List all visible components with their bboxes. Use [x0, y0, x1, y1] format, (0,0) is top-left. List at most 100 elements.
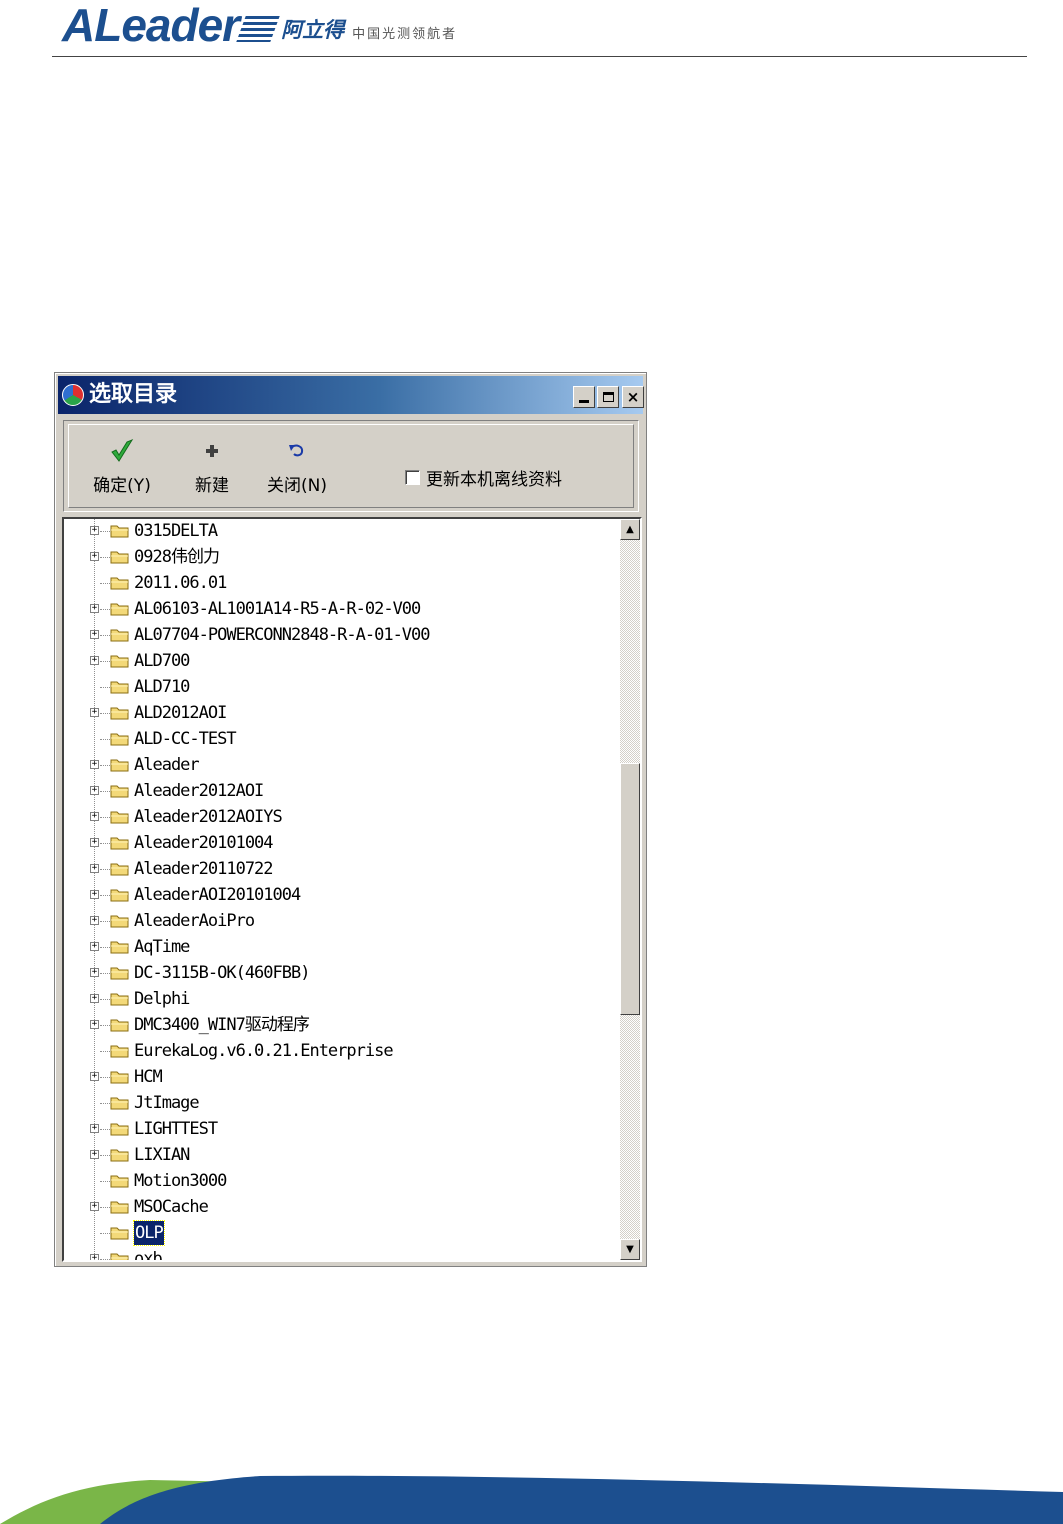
dialog-title: 选取目录: [89, 382, 178, 407]
folder-icon: [110, 889, 129, 902]
tree-item[interactable]: + HCM: [64, 1064, 620, 1090]
expand-plus-icon[interactable]: +: [90, 942, 99, 951]
tree-item[interactable]: + Delphi: [64, 986, 620, 1012]
header-divider: [52, 56, 1027, 57]
minimize-button[interactable]: [573, 386, 595, 408]
maximize-button[interactable]: [597, 386, 619, 408]
tree-connector-line: [100, 921, 110, 922]
folder-icon: [110, 1045, 129, 1058]
folder-icon: [110, 707, 129, 720]
folder-icon: [110, 1097, 129, 1110]
expand-plus-icon[interactable]: +: [90, 786, 99, 795]
close-button[interactable]: 关闭(N): [261, 425, 333, 509]
tree-item-label: AleaderAOI20101004: [134, 885, 301, 905]
tree-item-label: ALD700: [134, 651, 190, 671]
header-brand: ALeader 阿立得 中国光测领航者: [62, 2, 457, 48]
tree-item-label: Aleader2012AOI: [134, 781, 264, 801]
new-folder-button[interactable]: 新建: [187, 425, 237, 509]
tree-item[interactable]: + AleaderAoiPro: [64, 908, 620, 934]
tree-item[interactable]: +0928伟创力: [64, 544, 620, 570]
vertical-scrollbar[interactable]: ▲ ▼: [620, 519, 640, 1260]
scroll-up-button[interactable]: ▲: [620, 519, 640, 540]
expand-plus-icon[interactable]: +: [90, 968, 99, 977]
tree-item[interactable]: ALD710: [64, 674, 620, 700]
tree-connector-line: [100, 609, 110, 610]
expand-plus-icon[interactable]: +: [90, 1072, 99, 1081]
close-window-button[interactable]: ×: [622, 386, 644, 408]
tree-item[interactable]: + Aleader: [64, 752, 620, 778]
expand-plus-icon[interactable]: +: [90, 864, 99, 873]
tree-item[interactable]: 2011.06.01: [64, 570, 620, 596]
expand-plus-icon[interactable]: +: [90, 760, 99, 769]
update-offline-data-label: 更新本机离线资料: [426, 470, 562, 490]
expand-plus-icon[interactable]: +: [90, 604, 99, 613]
tree-item[interactable]: + AleaderAOI20101004: [64, 882, 620, 908]
undo-arrow-icon: [261, 439, 333, 463]
tree-item[interactable]: Motion3000: [64, 1168, 620, 1194]
tree-item[interactable]: + Aleader2012AOIYS: [64, 804, 620, 830]
tree-item-label: AL06103-AL1001A14-R5-A-R-02-V00: [134, 599, 421, 619]
tree-connector-line: [100, 1025, 110, 1026]
tree-item-label: HCM: [134, 1067, 163, 1087]
tree-connector-line: [100, 973, 110, 974]
update-offline-data-checkbox[interactable]: [405, 470, 420, 485]
tree-item-label: 0928伟创力: [134, 547, 220, 567]
tree-item[interactable]: +0315DELTA: [64, 519, 620, 544]
expand-plus-icon[interactable]: +: [90, 1124, 99, 1133]
expand-plus-icon[interactable]: +: [90, 708, 99, 717]
tree-item[interactable]: + ALD700: [64, 648, 620, 674]
tree-connector-line: [100, 1181, 110, 1182]
tree-item[interactable]: + LIGHTTEST: [64, 1116, 620, 1142]
expand-plus-icon[interactable]: +: [90, 916, 99, 925]
title-bar[interactable]: 选取目录 ×: [58, 376, 644, 414]
expand-plus-icon[interactable]: +: [90, 1150, 99, 1159]
scrollbar-thumb[interactable]: [620, 763, 640, 1015]
expand-plus-icon[interactable]: +: [90, 630, 99, 639]
folder-icon: [110, 837, 129, 850]
tree-item[interactable]: + AqTime: [64, 934, 620, 960]
expand-plus-icon[interactable]: +: [90, 812, 99, 821]
arrow-down-icon: ▼: [626, 1244, 634, 1255]
tree-item[interactable]: + AL07704-POWERCONN2848-R-A-01-V00: [64, 622, 620, 648]
folder-icon: [110, 629, 129, 642]
tree-item[interactable]: + Aleader2012AOI: [64, 778, 620, 804]
tree-item[interactable]: + DC-3115B-OK(460FBB): [64, 960, 620, 986]
select-directory-dialog: 选取目录 × 确定(Y) 新建 关闭(N) 更新本机离线资料 + 0315DEL…: [54, 372, 647, 1267]
expand-plus-icon[interactable]: +: [90, 838, 99, 847]
footer-wave-decoration: [0, 1475, 1063, 1524]
expand-plus-icon[interactable]: +: [90, 1254, 99, 1260]
scroll-down-button[interactable]: ▼: [620, 1239, 640, 1260]
expand-plus-icon[interactable]: +: [90, 1202, 99, 1211]
confirm-button[interactable]: 确定(Y): [87, 425, 157, 509]
tree-connector-line: [100, 1129, 110, 1130]
update-offline-data-option[interactable]: 更新本机离线资料: [405, 465, 562, 490]
tree-item-label: Delphi: [134, 989, 190, 1009]
tree-item-label: AleaderAoiPro: [134, 911, 255, 931]
expand-plus-icon[interactable]: +: [90, 656, 99, 665]
tree-item[interactable]: OLP: [64, 1220, 620, 1246]
tree-item[interactable]: ALD-CC-TEST: [64, 726, 620, 752]
tree-connector-line: [100, 895, 110, 896]
tree-item[interactable]: + DMC3400_WIN7驱动程序: [64, 1012, 620, 1038]
folder-icon: [110, 525, 129, 538]
tree-item[interactable]: + LIXIAN: [64, 1142, 620, 1168]
expand-plus-icon[interactable]: +: [90, 526, 99, 535]
folder-icon: [110, 759, 129, 772]
tree-connector-line: [100, 817, 110, 818]
tree-item[interactable]: + MSOCache: [64, 1194, 620, 1220]
tree-item[interactable]: + ALD2012AOI: [64, 700, 620, 726]
tree-item[interactable]: + Aleader20110722: [64, 856, 620, 882]
expand-plus-icon[interactable]: +: [90, 552, 99, 561]
tree-item[interactable]: + Aleader20101004: [64, 830, 620, 856]
folder-icon: [110, 1123, 129, 1136]
tree-item[interactable]: EurekaLog.v6.0.21.Enterprise: [64, 1038, 620, 1064]
tree-item[interactable]: + AL06103-AL1001A14-R5-A-R-02-V00: [64, 596, 620, 622]
tree-item-label: AL07704-POWERCONN2848-R-A-01-V00: [134, 625, 431, 645]
tree-item-label: Aleader2012AOIYS: [134, 807, 283, 827]
tree-item[interactable]: + oxb: [64, 1246, 620, 1260]
expand-plus-icon[interactable]: +: [90, 994, 99, 1003]
expand-plus-icon[interactable]: +: [90, 890, 99, 899]
tree-item[interactable]: JtImage: [64, 1090, 620, 1116]
new-folder-label: 新建: [195, 476, 229, 496]
expand-plus-icon[interactable]: +: [90, 1020, 99, 1029]
